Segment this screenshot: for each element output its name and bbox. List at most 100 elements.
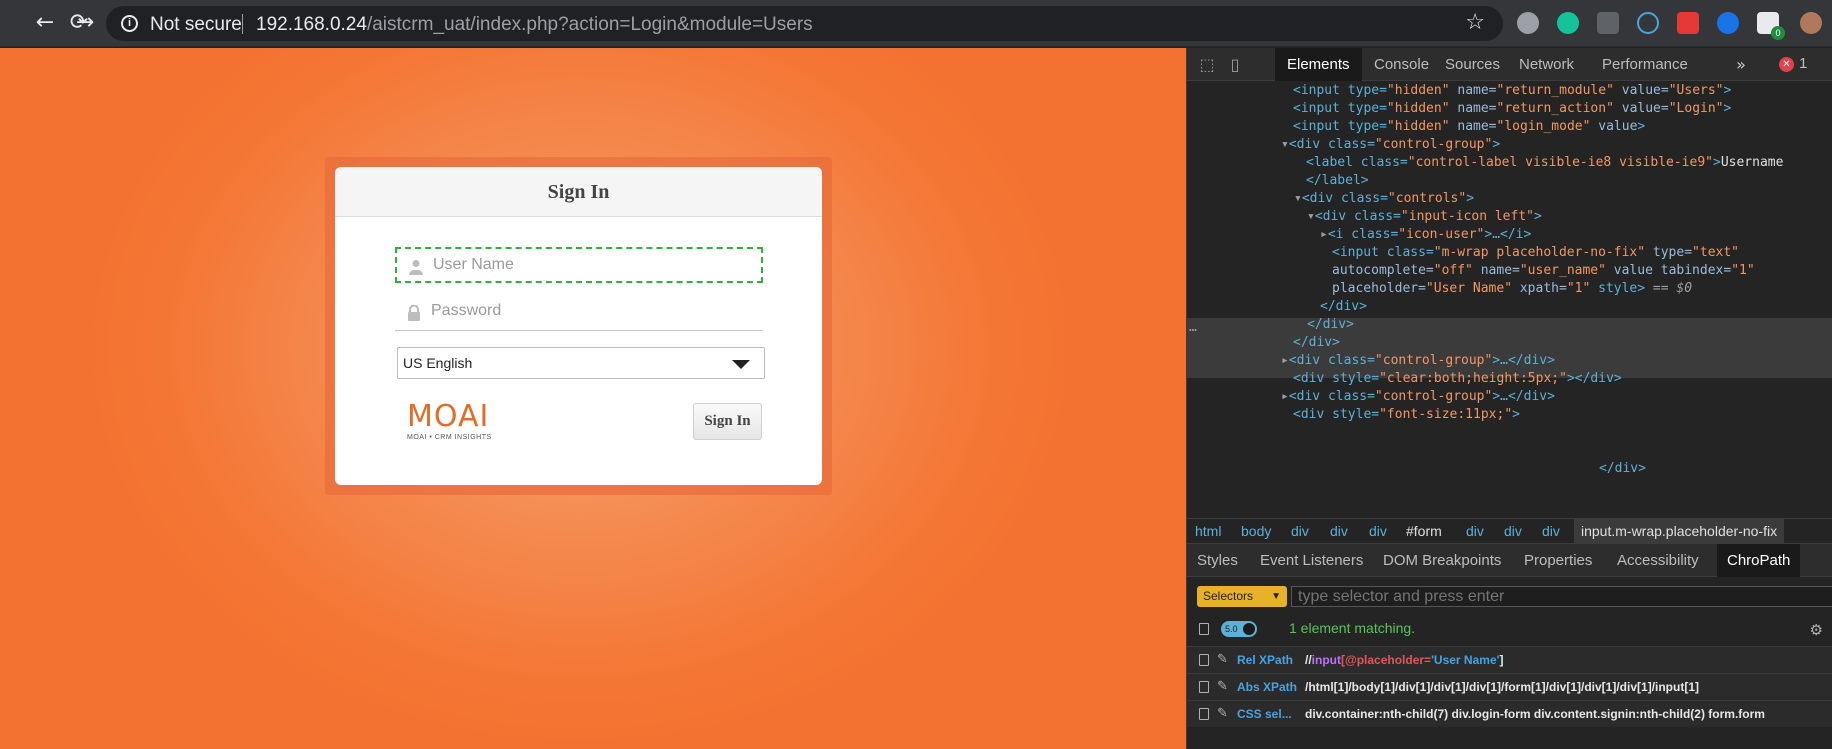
password-field[interactable] <box>395 295 763 331</box>
security-label[interactable]: Not secure <box>150 14 242 36</box>
extension-grid-icon[interactable] <box>1597 12 1619 34</box>
breadcrumb-item-selected[interactable]: input.m-wrap.placeholder-no-fix <box>1574 519 1785 544</box>
reload-icon[interactable]: ⟳ <box>64 8 94 38</box>
dom-node[interactable]: ▸<i class="icon-user">…</i> <box>1320 225 1531 245</box>
tab-accessibility[interactable]: Accessibility <box>1617 544 1699 577</box>
language-select[interactable]: US English <box>397 347 765 379</box>
bookmark-star-icon[interactable]: ☆ <box>1465 10 1485 35</box>
breadcrumb: html body div div div #form div div div … <box>1187 518 1832 544</box>
tab-console[interactable]: Console <box>1362 48 1441 81</box>
dom-node[interactable]: </div> <box>1293 333 1340 353</box>
username-field[interactable] <box>395 247 763 283</box>
dom-node[interactable]: ▸<div class="control-group">…</div> <box>1281 351 1555 371</box>
device-toolbar-icon[interactable]: ▯ <box>1225 55 1245 75</box>
user-icon <box>409 259 423 275</box>
dom-tree: … <input type="hidden" name="return_modu… <box>1187 81 1832 518</box>
css-selector-value[interactable]: div.container:nth-child(7) div.login-for… <box>1305 707 1765 721</box>
tab-styles[interactable]: Styles <box>1197 544 1238 577</box>
breadcrumb-item[interactable]: div <box>1466 519 1484 544</box>
breadcrumb-item[interactable]: div <box>1291 519 1309 544</box>
dom-node[interactable]: ▸<div class="control-group">…</div> <box>1281 387 1555 407</box>
sign-in-button[interactable]: Sign In <box>693 403 762 440</box>
pocket-icon[interactable] <box>1677 12 1699 34</box>
dom-node[interactable]: <div style="font-size:11px;"> <box>1293 405 1520 425</box>
selectors-dropdown[interactable]: Selectors ▼ <box>1197 586 1287 607</box>
edit-icon[interactable]: ✎ <box>1217 679 1228 694</box>
dom-node[interactable]: </div> <box>1307 315 1354 335</box>
dom-node[interactable]: <input type="hidden" name="login_mode" v… <box>1293 117 1645 137</box>
copy-icon[interactable] <box>1199 623 1209 635</box>
logo-tagline: MOAI • CRM INSIGHTS <box>407 434 492 441</box>
chropath-panel: Selectors ▼ 5.0 1 element matching. ⚙ ✎ R… <box>1187 577 1832 749</box>
url-text[interactable]: 192.168.0.24/aistcrm_uat/index.php?actio… <box>256 14 813 36</box>
version-toggle[interactable]: 5.0 <box>1221 621 1257 637</box>
dom-node[interactable]: ▾<div class="control-group"> <box>1281 135 1500 155</box>
password-input[interactable] <box>431 299 751 323</box>
grammarly-icon[interactable] <box>1557 12 1579 34</box>
selectors-label: Selectors <box>1203 589 1254 603</box>
copy-icon[interactable] <box>1199 681 1209 693</box>
breadcrumb-item[interactable]: div <box>1504 519 1522 544</box>
lock-icon <box>407 304 421 321</box>
dom-node[interactable]: <label class="control-label visible-ie8 … <box>1306 153 1783 173</box>
dom-node-selected[interactable]: placeholder="User Name" xpath="1" style>… <box>1332 279 1692 299</box>
language-selected: US English <box>403 355 473 371</box>
rel-xpath-value[interactable]: //input[@placeholder='User Name'] <box>1305 653 1503 667</box>
tab-event-listeners[interactable]: Event Listeners <box>1260 544 1363 577</box>
dom-node[interactable]: ▾<div class="controls"> <box>1294 189 1474 209</box>
extension-chat-icon[interactable] <box>1517 12 1539 34</box>
dom-row-ellipsis[interactable]: … <box>1189 318 1197 338</box>
back-icon[interactable]: ← <box>30 8 60 38</box>
copy-icon[interactable] <box>1199 654 1209 666</box>
dom-node[interactable]: </div> <box>1599 459 1646 479</box>
breadcrumb-item[interactable]: html <box>1195 519 1221 544</box>
settings-icon[interactable]: ⚙ <box>1810 621 1823 639</box>
login-card: Sign In US English MOAI MOAI • CRM INSIG… <box>335 167 822 485</box>
breadcrumb-item[interactable]: div <box>1330 519 1348 544</box>
error-icon[interactable]: ✕ <box>1779 57 1794 72</box>
tab-dom-breakpoints[interactable]: DOM Breakpoints <box>1383 544 1501 577</box>
username-input[interactable] <box>433 253 753 277</box>
abs-xpath-value[interactable]: /html[1]/body[1]/div[1]/div[1]/div[1]/fo… <box>1305 680 1699 694</box>
dom-node-selected[interactable]: <input class="m-wrap placeholder-no-fix"… <box>1332 243 1739 263</box>
extension-globe-icon[interactable] <box>1717 12 1739 34</box>
error-count[interactable]: 1 <box>1799 55 1807 72</box>
logo-word: MOAI <box>407 399 490 434</box>
breadcrumb-item[interactable]: div <box>1369 519 1387 544</box>
tab-performance[interactable]: Performance <box>1590 48 1700 81</box>
inspect-element-icon[interactable]: ⬚ <box>1197 55 1217 75</box>
profile-avatar[interactable] <box>1800 12 1822 34</box>
extension-check-icon[interactable]: 0 <box>1757 12 1785 40</box>
devtools-tabbar: ⬚ ▯ Elements Console Sources Network Per… <box>1187 48 1832 81</box>
tab-sources[interactable]: Sources <box>1433 48 1512 81</box>
login-title: Sign In <box>335 167 822 217</box>
moai-logo: MOAI MOAI • CRM INSIGHTS <box>407 402 507 442</box>
tab-elements[interactable]: Elements <box>1275 48 1362 81</box>
copy-icon[interactable] <box>1199 708 1209 720</box>
tab-properties[interactable]: Properties <box>1524 544 1592 577</box>
breadcrumb-item[interactable]: #form <box>1406 519 1442 544</box>
abs-xpath-row: ✎ Abs XPath /html[1]/body[1]/div[1]/div[… <box>1187 673 1832 700</box>
dom-node[interactable]: </div> <box>1320 297 1367 317</box>
more-tabs-icon[interactable]: » <box>1731 55 1751 75</box>
dom-node[interactable]: <input type="hidden" name="return_module… <box>1293 81 1731 101</box>
dom-node[interactable]: ▾<div class="input-icon left"> <box>1307 207 1542 227</box>
info-icon[interactable]: i <box>121 15 138 32</box>
page-viewport: Sign In US English MOAI MOAI • CRM INSIG… <box>0 48 1186 749</box>
tab-network[interactable]: Network <box>1507 48 1586 81</box>
address-bar[interactable]: i Not secure 192.168.0.24/aistcrm_uat/in… <box>106 6 1503 41</box>
dom-node[interactable]: <input type="hidden" name="return_action… <box>1293 99 1731 119</box>
rel-xpath-label: Rel XPath <box>1237 653 1294 667</box>
dom-node[interactable]: <div style="clear:both;height:5px;"></di… <box>1293 369 1622 389</box>
breadcrumb-item[interactable]: div <box>1542 519 1560 544</box>
css-selector-row: ✎ CSS sel... div.container:nth-child(7) … <box>1187 700 1832 727</box>
edit-icon[interactable]: ✎ <box>1217 652 1228 667</box>
selector-input[interactable] <box>1291 586 1832 607</box>
version-label: 5.0 <box>1225 624 1238 634</box>
dom-node-selected[interactable]: autocomplete="off" name="user_name" valu… <box>1332 261 1755 281</box>
edit-icon[interactable]: ✎ <box>1217 706 1228 721</box>
react-devtools-icon[interactable] <box>1637 12 1659 34</box>
tab-chropath[interactable]: ChroPath <box>1717 544 1801 577</box>
dom-node[interactable]: </label> <box>1306 171 1369 191</box>
breadcrumb-item[interactable]: body <box>1241 519 1271 544</box>
